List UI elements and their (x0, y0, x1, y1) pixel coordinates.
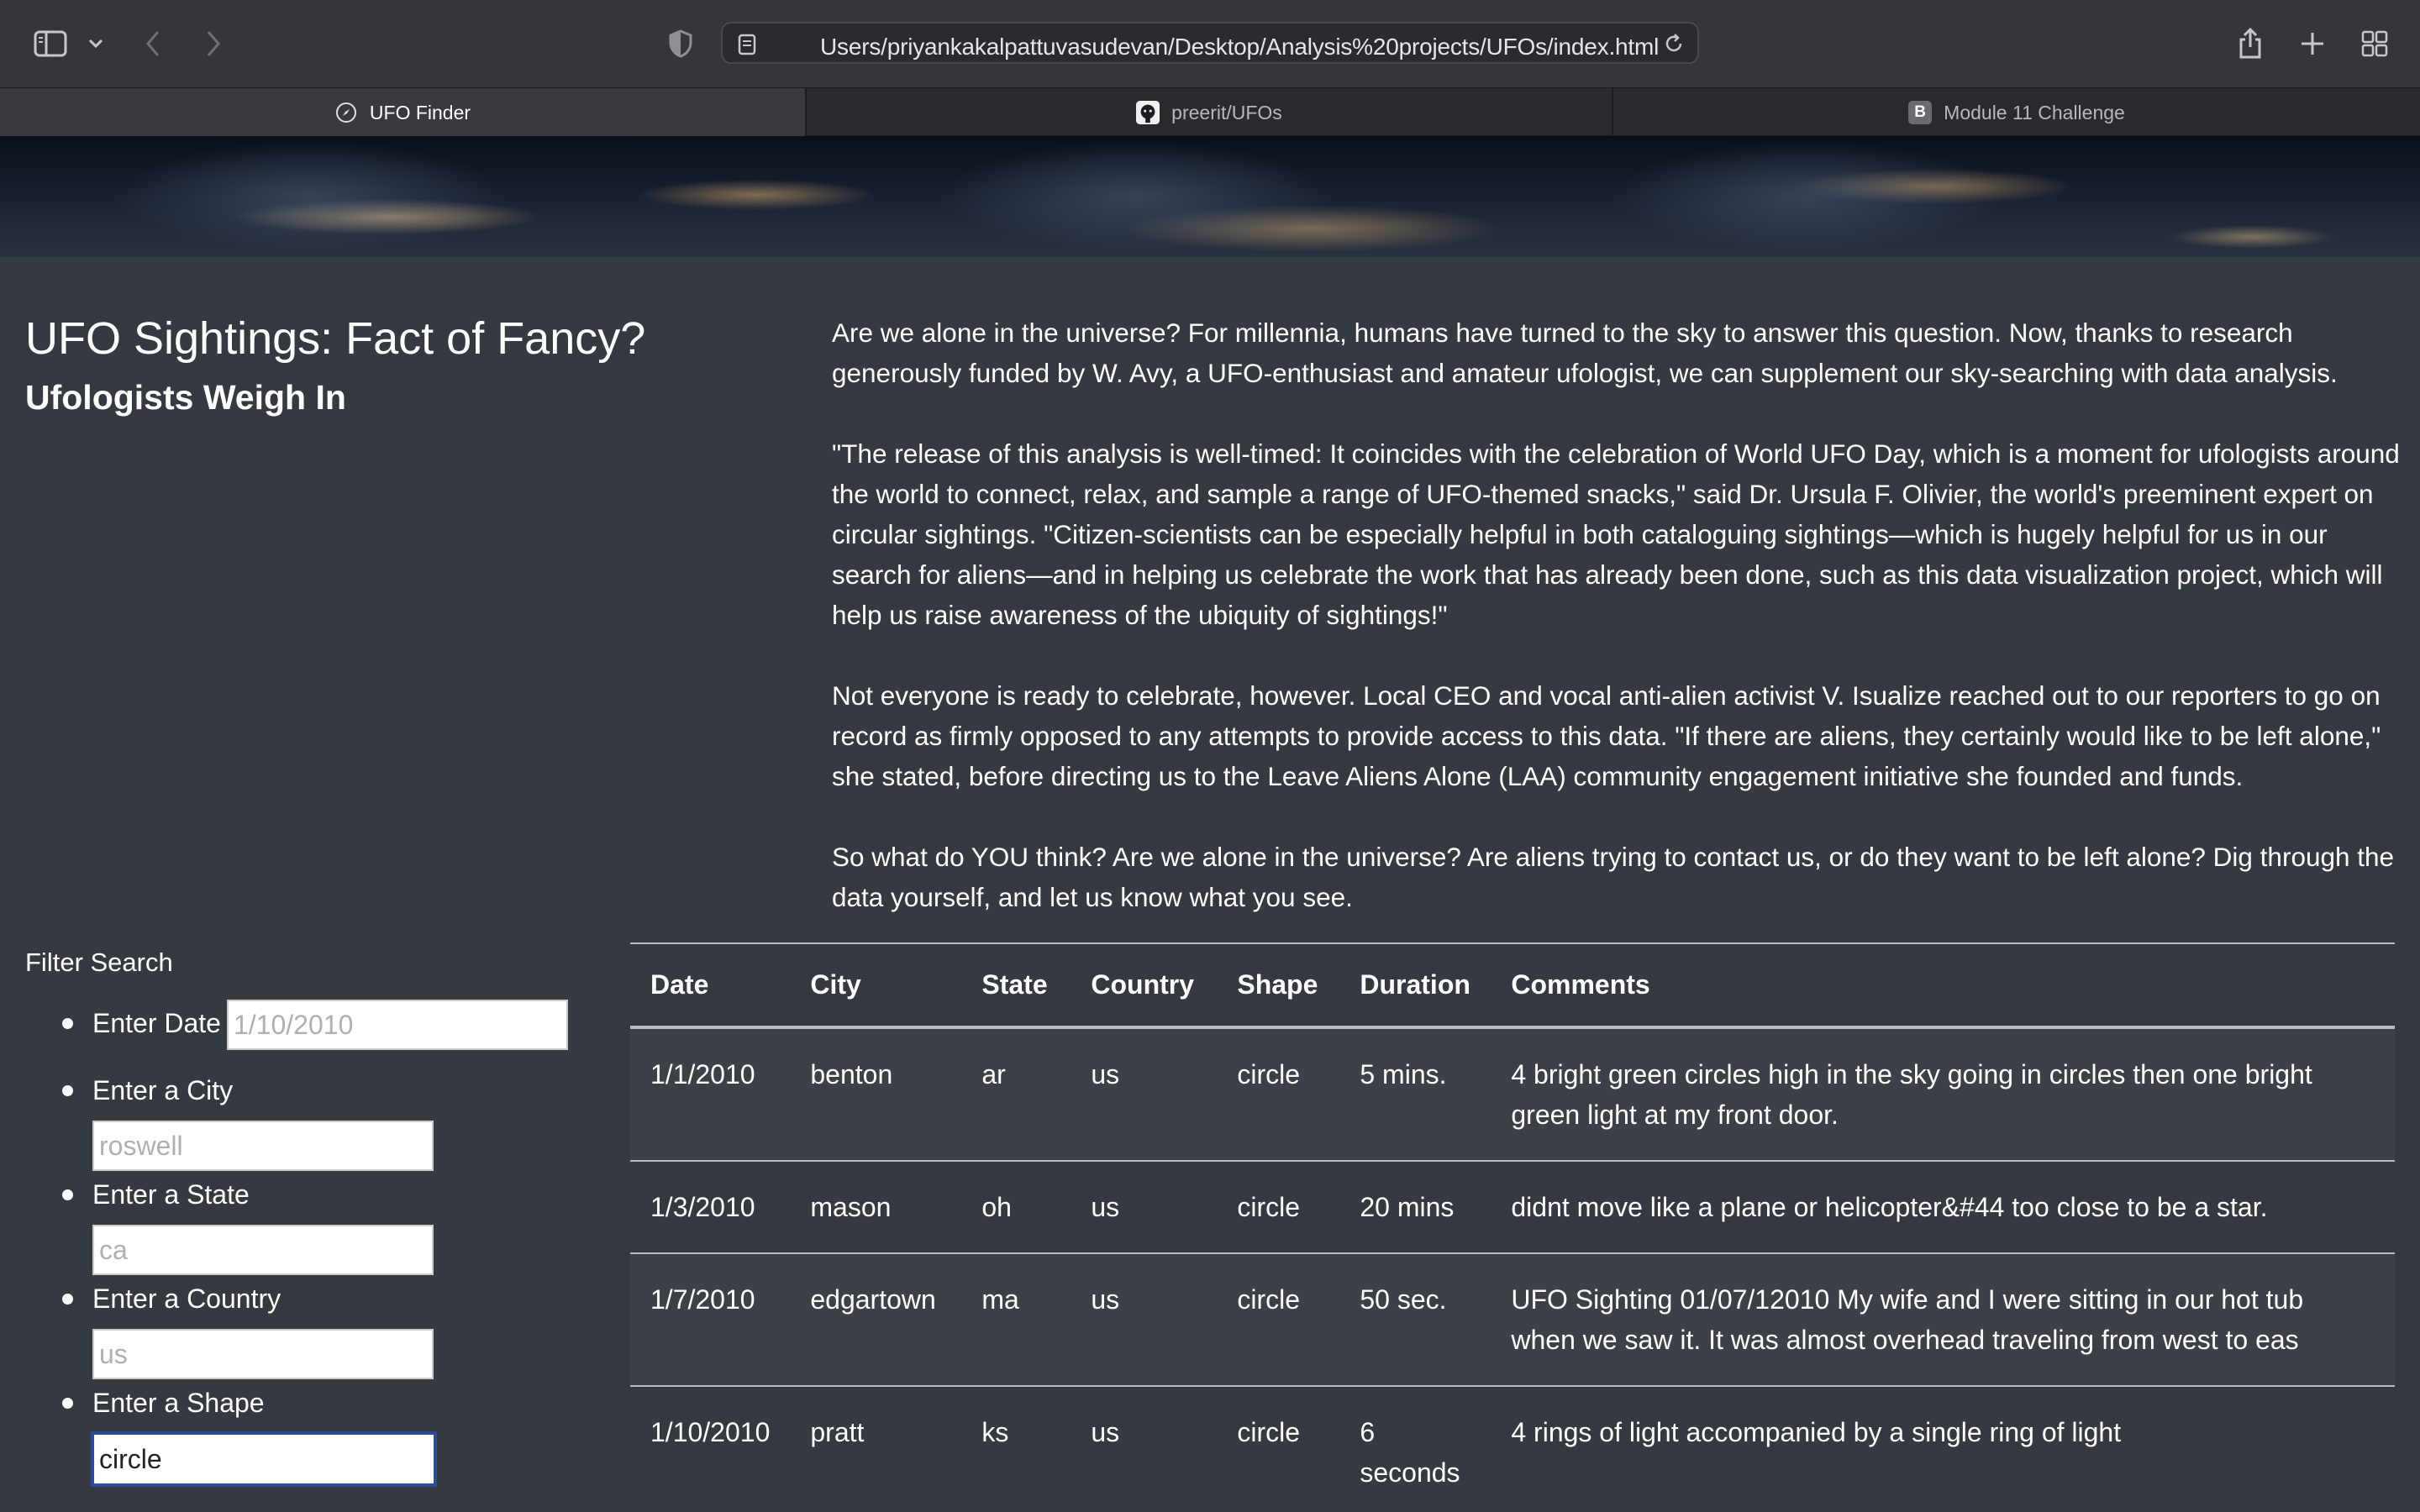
cell-shape: circle (1217, 1253, 1340, 1387)
filter-label: Enter Date (92, 1008, 221, 1038)
cell-duration: 6 seconds (1339, 1386, 1491, 1512)
sidebar-toggle-icon[interactable] (32, 25, 69, 62)
shape-input[interactable] (91, 1431, 437, 1487)
country-input[interactable] (92, 1329, 434, 1379)
cell-shape: circle (1217, 1027, 1340, 1162)
hero-night-earth-image (0, 136, 2420, 257)
tab-bar: UFO Finder preerit/UFOs B Module 11 Chal… (0, 87, 2420, 137)
column-header-comments: Comments (1491, 942, 2395, 1029)
table-row: 1/1/2010 benton ar us circle 5 mins. 4 b… (630, 1027, 2395, 1162)
cell-date: 1/3/2010 (630, 1161, 791, 1254)
intro-text: Are we alone in the universe? For millen… (832, 312, 2403, 958)
filter-label: Enter a Country (92, 1284, 281, 1314)
tab-label: UFO Finder (369, 101, 471, 123)
cell-duration: 50 sec. (1339, 1253, 1491, 1387)
cell-shape: circle (1217, 1386, 1340, 1512)
privacy-shield-icon[interactable] (662, 25, 699, 62)
browser-toolbar: Users/priyankakalpattuvasudevan/Desktop/… (0, 0, 2420, 87)
city-input[interactable] (92, 1121, 434, 1171)
column-header-shape: Shape (1217, 942, 1340, 1029)
reload-icon[interactable] (1662, 32, 1686, 60)
cell-state: ma (961, 1253, 1071, 1387)
back-arrow-icon[interactable] (134, 25, 171, 62)
compass-icon (334, 101, 358, 124)
cell-comments: 4 rings of light accompanied by a single… (1491, 1386, 2395, 1512)
table-row: 1/3/2010 mason oh us circle 20 mins didn… (630, 1161, 2395, 1254)
filter-label: Enter a State (92, 1179, 250, 1210)
intro-paragraph: Are we alone in the universe? For millen… (832, 318, 2338, 388)
table-row: 1/10/2010 pratt ks us circle 6 seconds 4… (630, 1386, 2395, 1512)
cell-state: ar (961, 1027, 1071, 1162)
cell-duration: 5 mins. (1339, 1027, 1491, 1162)
share-icon[interactable] (2232, 25, 2269, 62)
column-header-country: Country (1071, 942, 1218, 1029)
tab-label: preerit/UFOs (1171, 101, 1282, 123)
cell-country: us (1071, 1161, 1218, 1254)
cell-city: edgartown (790, 1253, 962, 1387)
b-badge-icon: B (1908, 101, 1933, 124)
column-header-date: Date (630, 942, 791, 1029)
column-header-duration: Duration (1339, 942, 1491, 1029)
tab-overview-icon[interactable] (2356, 25, 2393, 62)
cell-country: us (1071, 1253, 1218, 1387)
tab-label: Module 11 Challenge (1944, 101, 2125, 123)
intro-paragraph: Not everyone is ready to celebrate, howe… (832, 680, 2381, 791)
cell-comments: UFO Sighting 01/07/12010 My wife and I w… (1491, 1253, 2395, 1387)
ufo-table: Date City State Country Shape Duration C… (630, 942, 2395, 1512)
cell-duration: 20 mins (1339, 1161, 1491, 1254)
table-header-row: Date City State Country Shape Duration C… (630, 942, 2395, 1029)
cell-city: pratt (790, 1386, 962, 1512)
chevron-down-icon[interactable] (77, 25, 114, 62)
cell-city: mason (790, 1161, 962, 1254)
filter-label: Enter a City (92, 1075, 234, 1105)
forward-arrow-icon[interactable] (195, 25, 232, 62)
github-icon (1136, 101, 1160, 124)
cell-date: 1/7/2010 (630, 1253, 791, 1387)
tab-github-ufos[interactable]: preerit/UFOs (807, 88, 1613, 137)
page-icon (738, 34, 756, 60)
cell-country: us (1071, 1027, 1218, 1162)
cell-comments: didnt move like a plane or helicopter&#4… (1491, 1161, 2395, 1254)
cell-country: us (1071, 1386, 1218, 1512)
page-title: UFO Sightings: Fact of Fancy? (25, 313, 646, 364)
table-row: 1/7/2010 edgartown ma us circle 50 sec. … (630, 1253, 2395, 1387)
cell-shape: circle (1217, 1161, 1340, 1254)
cell-date: 1/10/2010 (630, 1386, 791, 1512)
intro-paragraph: So what do YOU think? Are we alone in th… (832, 842, 2395, 912)
filter-label: Enter a Shape (92, 1388, 265, 1418)
url-text: Users/priyankakalpattuvasudevan/Desktop/… (820, 34, 1660, 60)
cell-comments: 4 bright green circles high in the sky g… (1491, 1027, 2395, 1162)
cell-state: oh (961, 1161, 1071, 1254)
page-subtitle: Ufologists Weigh In (25, 378, 346, 417)
date-input[interactable] (227, 1000, 568, 1050)
cell-city: benton (790, 1027, 962, 1162)
filter-heading: Filter Search (25, 948, 173, 977)
cell-state: ks (961, 1386, 1071, 1512)
new-tab-icon[interactable] (2294, 25, 2331, 62)
tab-ufo-finder[interactable]: UFO Finder (0, 88, 807, 137)
column-header-state: State (961, 942, 1071, 1029)
address-bar[interactable]: Users/priyankakalpattuvasudevan/Desktop/… (721, 22, 1699, 64)
cell-date: 1/1/2010 (630, 1027, 791, 1162)
column-header-city: City (790, 942, 962, 1029)
intro-paragraph: "The release of this analysis is well-ti… (832, 438, 2400, 630)
state-input[interactable] (92, 1225, 434, 1275)
tab-module-11-challenge[interactable]: B Module 11 Challenge (1613, 88, 2420, 137)
